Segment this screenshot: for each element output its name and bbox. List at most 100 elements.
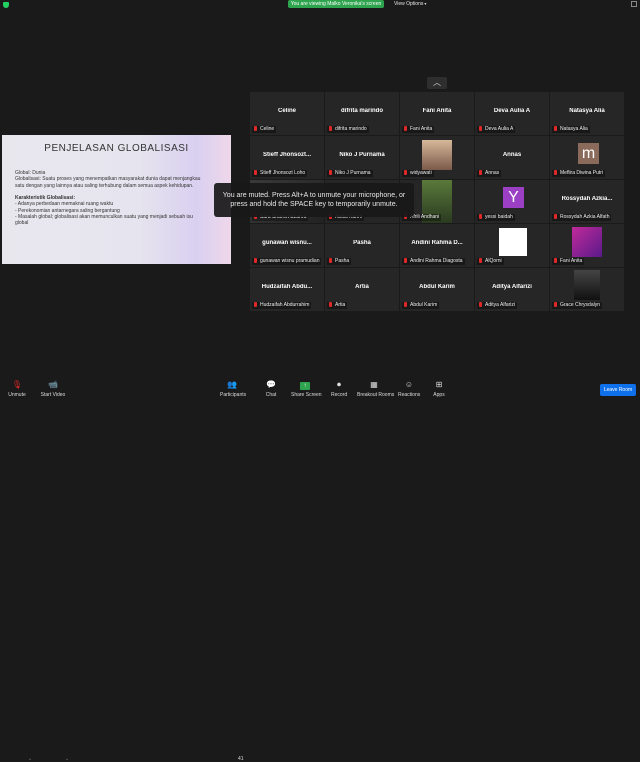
participant-tile[interactable]: Rossydah Azkia... Rossydah Azkia Alfath <box>550 180 624 223</box>
muted-mic-icon <box>404 258 407 263</box>
participant-label-text: Deva Aulia A <box>485 126 514 132</box>
participant-name: difrita marindo <box>340 108 383 114</box>
participant-tile[interactable]: Grace Chrysdalyn <box>550 268 624 311</box>
slide-body: Global: Dunia Globalisasi: Suatu proses y… <box>15 170 215 227</box>
scroll-up-button[interactable]: ︿ <box>427 77 447 89</box>
participant-name: Rossydah Azkia... <box>561 196 613 202</box>
participant-tile[interactable]: Stieff Jhonsozt... Stieff Jhonsozt Loho <box>250 136 324 179</box>
slide-title: PENJELASAN GLOBALISASI <box>44 143 189 154</box>
participant-label: Niko J Purnama <box>327 170 373 177</box>
participant-tile[interactable]: Annas Annas <box>475 136 549 179</box>
security-shield-icon[interactable] <box>3 2 9 8</box>
participant-label-text: Rossydah Azkia Alfath <box>560 214 610 220</box>
participant-video <box>574 270 600 300</box>
participant-label-text: Artia <box>335 302 346 308</box>
participant-label-text: yessi baidah <box>485 214 513 220</box>
unmute-button[interactable]: 🎙 Unmute <box>6 380 28 398</box>
participant-label-text: Abdul Karim <box>410 302 438 308</box>
leave-room-button[interactable]: Leave Room <box>600 384 636 396</box>
participant-name: Fani Anita <box>422 108 452 114</box>
participant-tile[interactable]: Yyessi baidah <box>475 180 549 223</box>
participant-tile[interactable]: m Meflira Diwina Putri <box>550 136 624 179</box>
participant-label: Andini Rahma Diagosta <box>402 258 465 265</box>
participant-label-text: Celine <box>260 126 275 132</box>
participant-tile[interactable]: Artia Artia <box>325 268 399 311</box>
participant-label: Artia <box>327 302 348 309</box>
participant-tile[interactable]: Celine Celine <box>250 92 324 135</box>
slide-text-line: Globalisasi: Suatu proses yang menempatk… <box>15 176 201 183</box>
record-button[interactable]: ⏺ Record <box>331 380 347 398</box>
muted-mic-icon <box>554 258 557 263</box>
participant-tile[interactable]: Pasha Pasha <box>325 224 399 267</box>
muted-mic-icon <box>254 302 257 307</box>
participant-tile[interactable]: difrita marindo difrita marindo <box>325 92 399 135</box>
view-options-button[interactable]: View Options▾ <box>394 0 426 8</box>
reactions-button[interactable]: ☺ Reactions <box>398 380 420 398</box>
apps-icon: ⊞ <box>435 380 443 389</box>
share-screen-button[interactable]: ↑ Share Screen <box>291 380 322 398</box>
participant-name: Natasya Alia <box>569 108 605 114</box>
breakout-rooms-button[interactable]: ▦ Breakout Rooms <box>357 380 395 398</box>
participant-tile[interactable]: Abdul Karim Abdul Karim <box>400 268 474 311</box>
muted-mic-icon <box>479 258 482 263</box>
participant-label: Fani Anita <box>402 126 435 133</box>
participant-label-text: difrita marindo <box>335 126 367 132</box>
participant-label: gunawan wisnu pramudian <box>252 258 322 265</box>
participant-tile[interactable]: widyawati <box>400 136 474 179</box>
participant-label: Hudzaifah Abdurrahim <box>252 302 312 309</box>
participant-tile[interactable]: Andini Rahma D... Andini Rahma Diagosta <box>400 224 474 267</box>
participant-avatar: Y <box>503 187 524 208</box>
participant-tile[interactable]: Hudzaifah Abdu... Hudzaifah Abdurrahim <box>250 268 324 311</box>
muted-mic-icon <box>554 214 557 219</box>
microphone-muted-icon: 🎙 <box>11 380 23 389</box>
muted-mic-icon <box>404 170 407 175</box>
muted-mic-icon <box>479 170 482 175</box>
participant-name: Artia <box>355 284 369 290</box>
breakout-rooms-label: Breakout Rooms <box>357 392 395 398</box>
participant-name: gunawan wisnu... <box>262 240 312 246</box>
slide-text-line: satu dengan yang lainnya atau saling ter… <box>15 182 194 189</box>
participant-tile[interactable]: gunawan wisnu... gunawan wisnu pramudian <box>250 224 324 267</box>
reactions-icon: ☺ <box>404 380 414 389</box>
participant-tile[interactable]: Fani Anita <box>550 224 624 267</box>
participant-tile[interactable]: Niko J Purnama Niko J Purnama <box>325 136 399 179</box>
chat-button[interactable]: 💬 Chat <box>263 380 279 398</box>
participant-video <box>499 228 527 256</box>
muted-mic-icon <box>404 302 407 307</box>
participant-tile[interactable]: Natasya Alia Natasya Alia <box>550 92 624 135</box>
start-video-button[interactable]: 📹 Start Video <box>40 380 66 398</box>
video-options-caret-icon[interactable]: ^ <box>66 757 68 762</box>
participant-label-text: AlQorni <box>485 258 502 264</box>
participant-tile[interactable]: AlQorni <box>475 224 549 267</box>
meeting-toolbar: 🎙 Unmute ^ 📹 Start Video ^ 👥 Participant… <box>0 375 640 762</box>
participant-label-text: Niko J Purnama <box>335 170 371 176</box>
breakout-rooms-icon: ▦ <box>370 380 378 389</box>
participant-label-text: Afrili Andhani <box>410 214 440 220</box>
top-bar: You are viewing Malko Veronika's screen … <box>0 0 640 10</box>
participant-label: Deva Aulia A <box>477 126 516 133</box>
participants-count: 41 <box>238 756 244 762</box>
participant-tile[interactable]: Fani Anita Fani Anita <box>400 92 474 135</box>
participant-label-text: Natasya Alia <box>560 126 588 132</box>
chat-label: Chat <box>265 392 277 398</box>
start-video-label: Start Video <box>40 392 66 398</box>
participant-name: Annas <box>502 152 522 158</box>
participant-name: Hudzaifah Abdu... <box>261 284 313 290</box>
participant-tile[interactable]: Aditya Alfarizi Aditya Alfarizi <box>475 268 549 311</box>
participants-button[interactable]: 👥 Participants <box>220 380 246 398</box>
participant-label: Fani Anita <box>552 258 585 265</box>
reactions-label: Reactions <box>398 392 421 398</box>
participant-name: Pasha <box>353 240 371 246</box>
participant-name: Deva Aulia A <box>493 108 531 114</box>
apps-button[interactable]: ⊞ Apps <box>432 380 446 398</box>
shared-screen: PENJELASAN GLOBALISASI Global: Dunia Glob… <box>2 135 231 264</box>
audio-options-caret-icon[interactable]: ^ <box>29 757 31 762</box>
muted-notification: You are muted. Press Alt+A to unmute you… <box>214 183 414 217</box>
participant-tile[interactable]: Deva Aulia A Deva Aulia A <box>475 92 549 135</box>
fullscreen-icon[interactable] <box>631 1 637 7</box>
muted-mic-icon <box>554 170 557 175</box>
participant-label: widyawati <box>402 170 434 177</box>
participant-label: Aditya Alfarizi <box>477 302 518 309</box>
muted-mic-icon <box>254 258 257 263</box>
share-screen-label: Share Screen <box>291 392 322 398</box>
